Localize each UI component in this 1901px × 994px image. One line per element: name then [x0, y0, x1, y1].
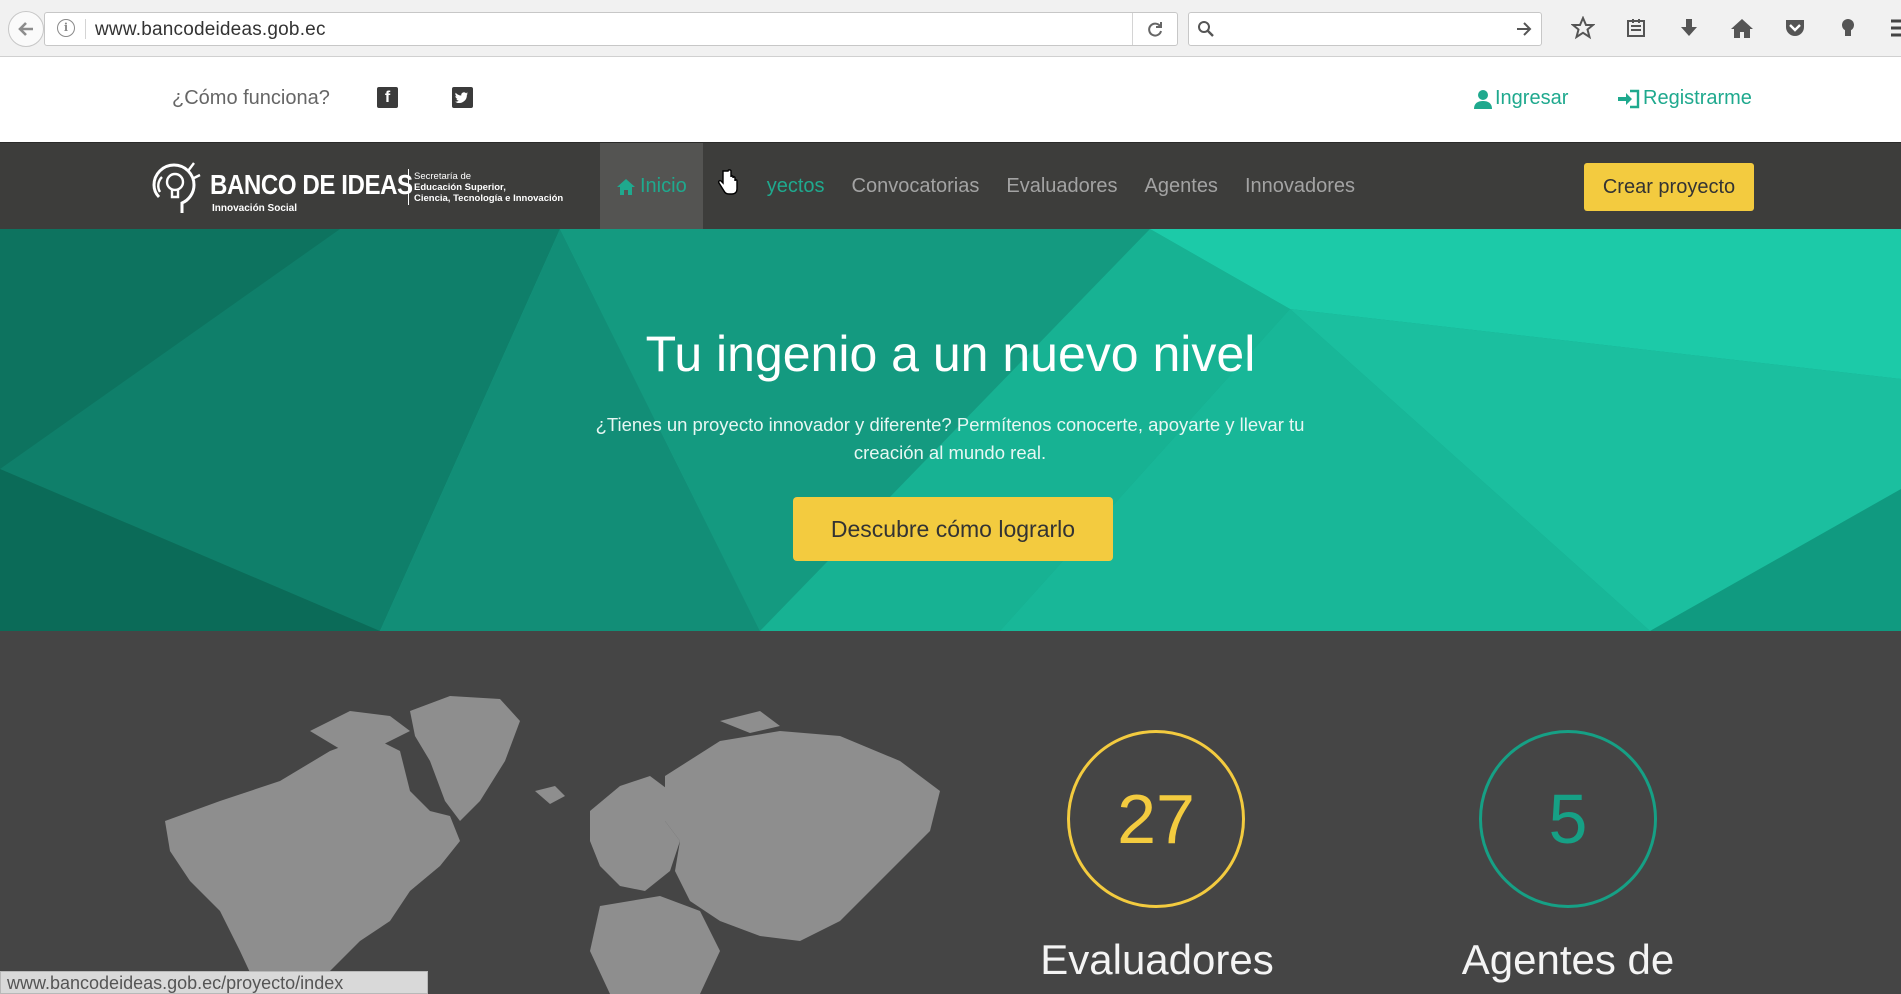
- pocket-icon[interactable]: [1768, 14, 1821, 42]
- stats-section: 27 5 Evaluadores Agentes de: [0, 631, 1901, 994]
- login-label: Ingresar: [1495, 87, 1569, 109]
- logo-secretaria-line: Educación Superior,: [414, 182, 506, 193]
- main-navigation: BANCO DE IDEAS Innovación Social Secreta…: [0, 142, 1901, 230]
- back-button[interactable]: [8, 11, 44, 47]
- lightbulb-icon[interactable]: [1821, 14, 1874, 42]
- arrow-right-icon[interactable]: [1515, 20, 1533, 43]
- browser-toolbar-icons: [1556, 14, 1901, 42]
- download-icon[interactable]: [1662, 14, 1715, 42]
- info-icon[interactable]: i: [57, 19, 75, 37]
- star-icon[interactable]: [1556, 14, 1609, 42]
- search-icon: [1197, 20, 1215, 43]
- logo-secretaria: Secretaría de Educación Superior, Cienci…: [414, 171, 563, 204]
- address-divider: [85, 19, 86, 39]
- nav-item-evaluadores[interactable]: Evaluadores: [1006, 143, 1117, 230]
- nav-item-agentes[interactable]: Agentes: [1145, 143, 1218, 230]
- reading-list-icon[interactable]: [1609, 14, 1662, 42]
- how-it-works-link[interactable]: ¿Cómo funciona?: [172, 87, 330, 110]
- hero-description: ¿Tienes un proyecto innovador y diferent…: [595, 414, 1305, 463]
- nav-item-label: yectos: [766, 175, 825, 197]
- nav-item-convocatorias[interactable]: Convocatorias: [852, 143, 980, 230]
- nav-item-innovadores[interactable]: Innovadores: [1245, 143, 1355, 230]
- register-label: Registrarme: [1643, 87, 1752, 109]
- sign-in-icon: [1618, 89, 1640, 108]
- nav-item-inicio[interactable]: Inicio: [600, 143, 703, 230]
- agents-count: 5: [1479, 730, 1657, 908]
- hero-banner: Tu ingenio a un nuevo nivel ¿Tienes un p…: [0, 229, 1901, 631]
- home-icon[interactable]: [1715, 14, 1768, 42]
- utility-bar: ¿Cómo funciona? f Ingresar Registrarme: [0, 57, 1901, 142]
- site-logo[interactable]: BANCO DE IDEAS Innovación Social Secreta…: [148, 157, 580, 217]
- hero-title: Tu ingenio a un nuevo nivel: [645, 326, 1256, 382]
- status-bar-link-preview: www.bancodeideas.gob.ec/proyecto/index: [0, 971, 428, 994]
- arrow-left-icon: [18, 22, 33, 36]
- world-map-image: [165, 696, 940, 994]
- agents-label: Agentes de: [1461, 936, 1675, 983]
- logo-title: BANCO DE IDEAS: [210, 169, 413, 200]
- head-bulb-icon: [152, 162, 201, 213]
- logo-divider: [408, 169, 409, 205]
- logo-secretaria-line: Ciencia, Tecnología e Innovación: [414, 193, 564, 204]
- create-project-button[interactable]: Crear proyecto: [1584, 163, 1754, 211]
- reload-icon: [1148, 22, 1162, 37]
- reload-button[interactable]: [1132, 13, 1177, 45]
- logo-subtitle: Innovación Social: [212, 203, 298, 214]
- hand-cursor-icon: [718, 169, 738, 195]
- discover-button[interactable]: Descubre cómo lograrlo: [793, 497, 1113, 561]
- logo-secretaria-line: Secretaría de: [414, 171, 472, 182]
- address-text[interactable]: www.bancodeideas.gob.ec: [95, 19, 326, 41]
- twitter-icon[interactable]: [452, 87, 473, 108]
- address-bar[interactable]: i www.bancodeideas.gob.ec: [44, 12, 1178, 46]
- evaluators-count: 27: [1067, 730, 1245, 908]
- evaluators-label: Evaluadores: [1040, 936, 1274, 983]
- browser-toolbar: i www.bancodeideas.gob.ec: [0, 0, 1901, 57]
- search-bar[interactable]: [1188, 12, 1542, 46]
- home-icon: [617, 178, 635, 195]
- menu-icon[interactable]: [1874, 14, 1901, 42]
- nav-item-label: Inicio: [640, 175, 687, 197]
- user-icon: [1474, 89, 1492, 109]
- facebook-icon[interactable]: f: [377, 87, 398, 108]
- login-link[interactable]: Ingresar: [1474, 87, 1568, 110]
- register-link[interactable]: Registrarme: [1618, 87, 1752, 110]
